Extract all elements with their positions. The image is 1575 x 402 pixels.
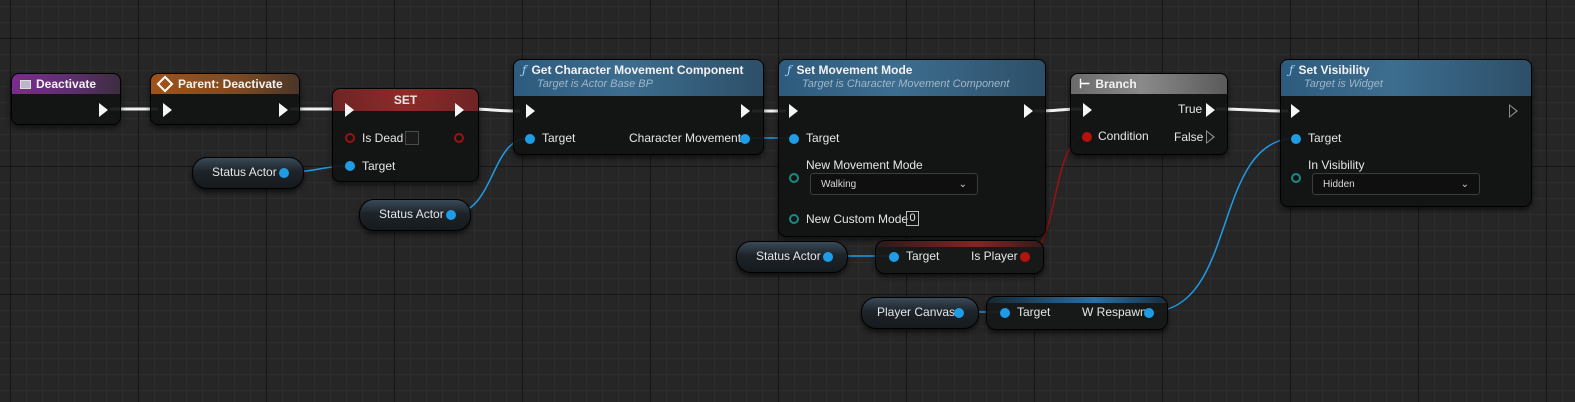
target-label: Target — [1017, 305, 1051, 319]
exec-in-pin[interactable] — [789, 104, 798, 118]
exec-out-pin[interactable] — [1024, 104, 1033, 118]
player-canvas-variable[interactable]: Player Canvas — [861, 297, 979, 329]
function-icon: ƒ — [522, 63, 527, 77]
node-title: Get Character Movement Component — [531, 63, 744, 77]
exec-out-pin[interactable] — [1509, 104, 1518, 118]
event-icon — [20, 79, 31, 89]
is-dead-checkbox[interactable] — [405, 131, 419, 145]
exec-in-pin[interactable] — [1083, 103, 1092, 117]
new-movement-mode-label: New Movement Mode — [806, 158, 923, 172]
exec-out-pin[interactable] — [279, 103, 288, 117]
node-title: Set Movement Mode — [796, 63, 913, 77]
chevron-down-icon: ⌄ — [958, 178, 967, 190]
target-label: Target — [542, 131, 576, 145]
node-title: Parent: Deactivate — [178, 77, 283, 91]
target-label: Target — [362, 159, 396, 173]
exec-in-pin[interactable] — [163, 103, 172, 117]
chevron-down-icon: ⌄ — [1460, 178, 1469, 190]
header-glow — [876, 241, 1043, 247]
target-in-pin[interactable] — [525, 134, 535, 144]
target-in-pin[interactable] — [345, 161, 355, 171]
variable-label: Player Canvas — [877, 305, 956, 319]
node-title: Set Visibility — [1298, 63, 1370, 77]
exec-in-pin[interactable] — [1291, 104, 1300, 118]
variable-label: Status Actor — [212, 165, 277, 179]
bool-in-pin[interactable] — [345, 133, 355, 143]
bool-out-pin[interactable] — [454, 133, 464, 143]
variable-label: Status Actor — [379, 207, 444, 221]
w-respawn-getter-node[interactable]: Target W Respawn — [986, 296, 1168, 330]
true-exec-out-pin[interactable] — [1206, 103, 1215, 117]
set-is-dead-node[interactable]: SET Is Dead Target — [332, 88, 479, 182]
branch-icon: ⊢ — [1079, 76, 1091, 91]
function-icon: ƒ — [787, 63, 792, 77]
target-label: Target — [1308, 131, 1342, 145]
parent-deactivate-node[interactable]: Parent: Deactivate — [150, 73, 300, 125]
target-in-pin[interactable] — [1000, 308, 1010, 318]
visibility-dropdown[interactable]: Hidden ⌄ — [1312, 173, 1480, 195]
new-custom-mode-label: New Custom Mode — [806, 212, 909, 226]
override-icon — [156, 75, 174, 93]
get-character-movement-node[interactable]: ƒ Get Character Movement Component Target… — [513, 59, 764, 155]
false-exec-out-pin[interactable] — [1206, 130, 1215, 144]
movement-mode-dropdown[interactable]: Walking ⌄ — [810, 173, 978, 195]
function-icon: ƒ — [1289, 63, 1294, 77]
node-title: Branch — [1095, 77, 1137, 91]
object-wire — [1148, 137, 1298, 313]
exec-in-pin[interactable] — [526, 104, 535, 118]
node-subtitle: Target is Character Movement Component — [802, 78, 1010, 90]
is-player-getter-node[interactable]: Target Is Player — [875, 240, 1044, 274]
exec-out-pin[interactable] — [99, 103, 108, 117]
true-label: True — [1178, 102, 1203, 116]
target-label: Target — [906, 249, 940, 263]
branch-node[interactable]: ⊢ Branch True Condition False — [1070, 73, 1228, 155]
object-out-pin[interactable] — [954, 308, 964, 318]
object-out-pin[interactable] — [1144, 308, 1154, 318]
target-in-pin[interactable] — [1291, 134, 1301, 144]
in-visibility-label: In Visibility — [1308, 158, 1365, 172]
node-subtitle: Target is Widget — [1304, 78, 1383, 90]
bool-out-pin[interactable] — [1020, 252, 1030, 262]
object-out-pin[interactable] — [823, 252, 833, 262]
w-respawn-label: W Respawn — [1082, 305, 1147, 319]
character-movement-out-pin[interactable] — [740, 134, 750, 144]
movement-mode-value: Walking — [821, 178, 857, 190]
exec-out-pin[interactable] — [741, 104, 750, 118]
exec-out-pin[interactable] — [455, 103, 464, 117]
header-glow — [987, 297, 1167, 303]
target-in-pin[interactable] — [789, 134, 799, 144]
condition-in-pin[interactable] — [1082, 132, 1092, 142]
node-subtitle: Target is Actor Base BP — [537, 78, 653, 90]
exec-in-pin[interactable] — [345, 103, 354, 117]
set-movement-mode-node[interactable]: ƒ Set Movement Mode Target is Character M… — [778, 59, 1046, 237]
is-dead-label: Is Dead — [362, 131, 404, 145]
status-actor-variable[interactable]: Status Actor — [192, 157, 304, 189]
custom-mode-in-pin[interactable] — [789, 214, 799, 224]
node-title: Deactivate — [36, 77, 97, 91]
status-actor-variable[interactable]: Status Actor — [359, 199, 471, 231]
object-out-pin[interactable] — [279, 168, 289, 178]
custom-mode-input[interactable]: 0 — [906, 211, 919, 226]
condition-label: Condition — [1098, 129, 1149, 143]
node-title: SET — [393, 93, 418, 107]
target-in-pin[interactable] — [889, 252, 899, 262]
target-label: Target — [806, 131, 840, 145]
false-label: False — [1174, 130, 1204, 144]
deactivate-event-node[interactable]: Deactivate — [11, 73, 121, 125]
variable-label: Status Actor — [756, 249, 821, 263]
object-out-pin[interactable] — [446, 210, 456, 220]
movement-mode-in-pin[interactable] — [789, 173, 799, 183]
is-player-label: Is Player — [971, 249, 1018, 263]
visibility-value: Hidden — [1323, 178, 1355, 190]
visibility-in-pin[interactable] — [1291, 173, 1301, 183]
character-movement-label: Character Movement — [629, 131, 742, 145]
set-visibility-node[interactable]: ƒ Set Visibility Target is Widget Target … — [1280, 59, 1532, 207]
status-actor-variable[interactable]: Status Actor — [736, 241, 848, 273]
